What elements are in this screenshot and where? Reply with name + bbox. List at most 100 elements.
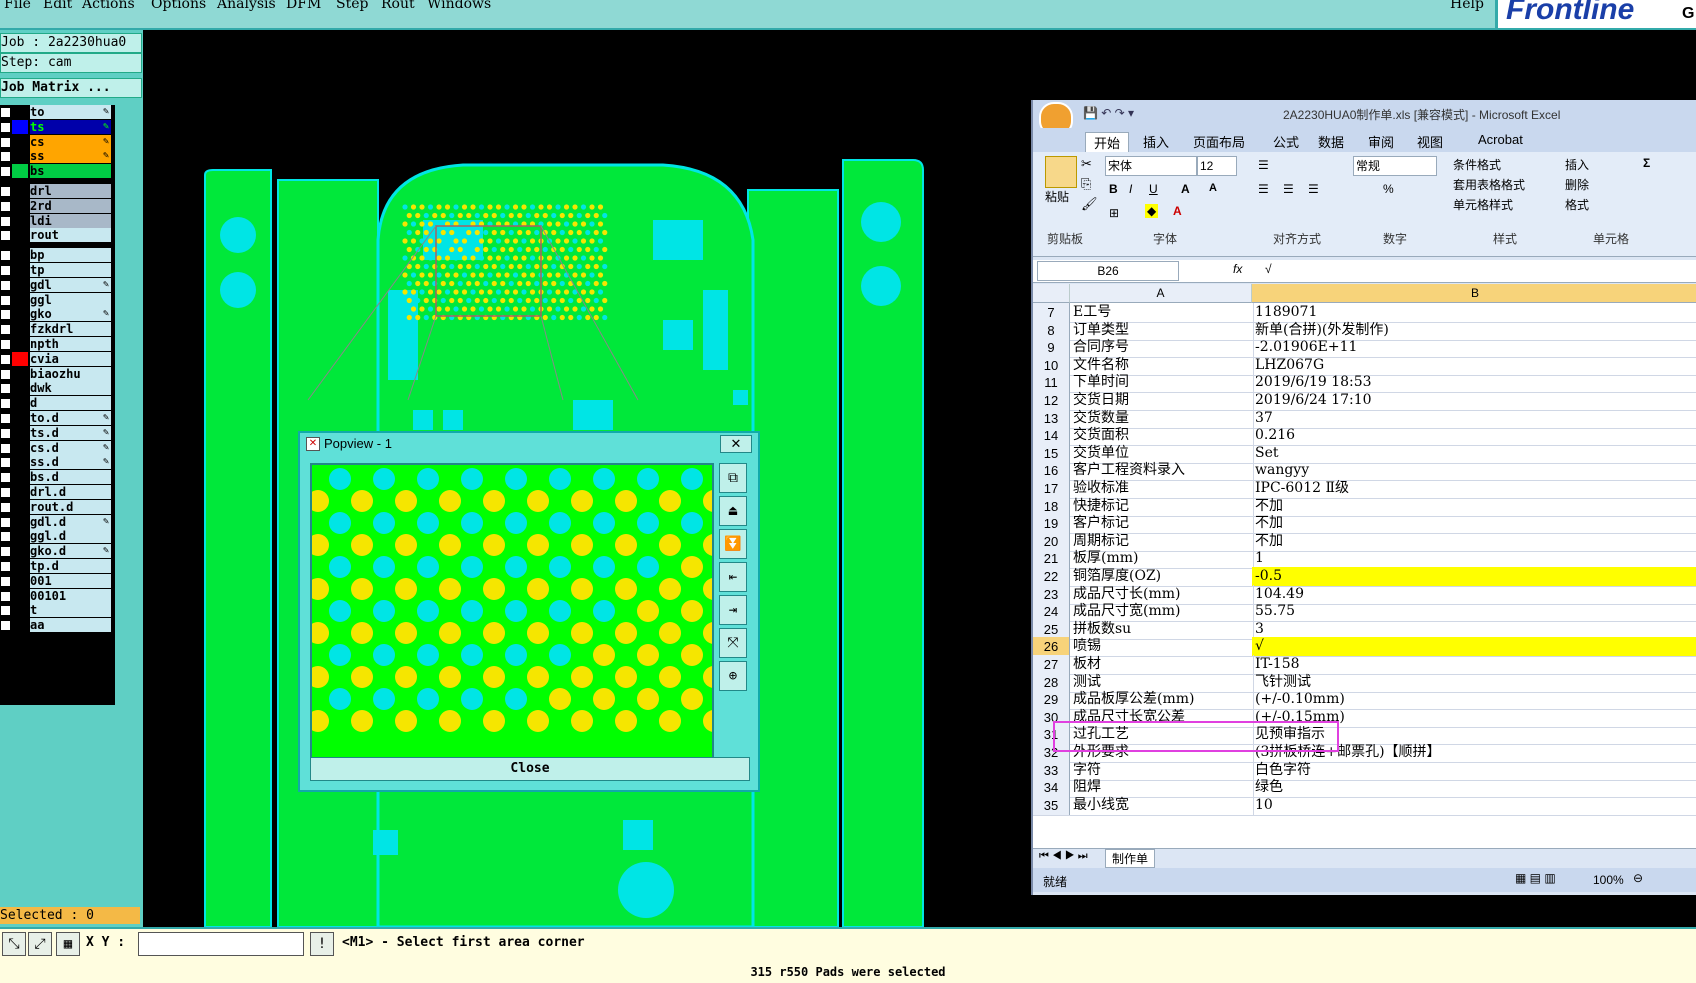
cell-b[interactable]: 不加: [1252, 514, 1696, 533]
cell-b[interactable]: wangyy: [1252, 461, 1696, 480]
cell-a[interactable]: 客户工程资料录入: [1070, 461, 1254, 481]
layer-color-swatch[interactable]: [12, 559, 28, 573]
layer-row-ts.d[interactable]: ts.d ✎: [0, 425, 115, 440]
layer-name[interactable]: cs.d ✎: [30, 440, 111, 455]
menu-edit[interactable]: Edit: [43, 0, 72, 12]
cell-b[interactable]: √: [1252, 637, 1696, 657]
layer-color-swatch[interactable]: [12, 351, 28, 366]
row-number[interactable]: 27: [1033, 655, 1070, 674]
layer-checkbox[interactable]: [0, 590, 11, 602]
row-number[interactable]: 22: [1033, 567, 1070, 586]
warning-icon[interactable]: !: [310, 932, 334, 956]
layer-checkbox[interactable]: [0, 620, 11, 632]
table-format-button[interactable]: 套用表格格式: [1453, 176, 1525, 193]
layer-checkbox[interactable]: [0, 200, 11, 212]
cell-a[interactable]: 铜箔厚度(OZ): [1070, 567, 1254, 586]
layer-row-bp[interactable]: bp: [0, 248, 115, 263]
layer-row-biaozhu[interactable]: biaozhu: [0, 366, 115, 381]
row-number[interactable]: 25: [1033, 619, 1070, 639]
layer-name[interactable]: cvia: [30, 351, 111, 366]
cell-a[interactable]: 交货数量: [1070, 408, 1254, 428]
popview-zoom-view[interactable]: [310, 463, 714, 759]
select-all-corner[interactable]: [1033, 284, 1070, 303]
layer-color-swatch[interactable]: [12, 485, 28, 499]
popview-tool-left-icon[interactable]: ⇤: [719, 562, 747, 592]
layer-checkbox[interactable]: [0, 561, 11, 572]
copy-icon[interactable]: ⎘: [1081, 176, 1091, 192]
layer-checkbox[interactable]: [0, 250, 11, 262]
layer-checkbox[interactable]: [0, 339, 11, 350]
cell-b[interactable]: 37: [1252, 409, 1696, 428]
row-number[interactable]: 24: [1033, 602, 1070, 622]
cell-b[interactable]: 3: [1252, 620, 1696, 639]
menu-file[interactable]: File: [4, 0, 31, 12]
menu-windows[interactable]: Windows: [427, 0, 491, 12]
layer-checkbox[interactable]: [0, 215, 11, 227]
popview-tool-up-icon[interactable]: ⏏: [719, 496, 747, 526]
cell-a[interactable]: 最小线宽: [1070, 795, 1254, 815]
layer-name[interactable]: rout: [30, 228, 111, 243]
layer-checkbox[interactable]: [0, 457, 11, 469]
cell-style-button[interactable]: 单元格样式: [1453, 196, 1513, 213]
layer-row-d[interactable]: d: [0, 396, 115, 411]
paste-button[interactable]: 粘贴: [1045, 188, 1069, 205]
cell-a[interactable]: 字符: [1070, 760, 1254, 780]
layer-checkbox[interactable]: [0, 279, 11, 291]
cell-a[interactable]: 快捷标记: [1070, 496, 1254, 516]
layer-checkbox[interactable]: [0, 309, 11, 321]
layer-color-swatch[interactable]: [12, 119, 28, 134]
sheet-nav-icons[interactable]: ⏮ ◀ ▶ ⏭: [1039, 850, 1088, 863]
cell-a[interactable]: 测试: [1070, 672, 1254, 692]
layer-row-ts[interactable]: ts ✎: [0, 119, 115, 134]
layer-row-dwk[interactable]: dwk: [0, 381, 115, 396]
number-format-select[interactable]: 常规: [1353, 156, 1437, 176]
row-number[interactable]: 26: [1033, 637, 1070, 657]
tab-formulas[interactable]: 公式: [1273, 132, 1299, 151]
layer-name[interactable]: cs ✎: [30, 134, 111, 149]
row-number[interactable]: 14: [1033, 426, 1070, 446]
shrink-font-icon[interactable]: A: [1209, 182, 1217, 194]
tab-data[interactable]: 数据: [1318, 132, 1344, 151]
layer-row-gdl.d[interactable]: gdl.d ✎: [0, 514, 115, 529]
layer-name[interactable]: to.d ✎: [30, 411, 111, 425]
layer-row-ss[interactable]: ss ✎: [0, 149, 115, 164]
cell-a[interactable]: 喷锡: [1070, 637, 1254, 657]
layer-row-tp[interactable]: tp: [0, 263, 115, 277]
column-header-a[interactable]: A: [1070, 284, 1252, 303]
cell-a[interactable]: E工号: [1070, 303, 1254, 322]
layer-color-swatch[interactable]: [12, 588, 28, 603]
cell-a[interactable]: 交货面积: [1070, 426, 1254, 446]
layer-name[interactable]: tp: [30, 263, 111, 277]
tab-view[interactable]: 视图: [1417, 132, 1443, 151]
layer-name[interactable]: ts ✎: [30, 119, 111, 134]
layer-color-swatch[interactable]: [12, 228, 28, 243]
fill-color-icon[interactable]: ◆: [1145, 204, 1159, 218]
view-mode-icons[interactable]: ▦ ▤ ▥: [1515, 871, 1556, 885]
layer-name[interactable]: ss.d ✎: [30, 455, 111, 470]
cell-a[interactable]: 成品尺寸宽(mm): [1070, 602, 1254, 622]
row-number[interactable]: 34: [1033, 778, 1070, 798]
format-painter-icon[interactable]: 🖌: [1081, 196, 1098, 212]
row-number[interactable]: 11: [1033, 373, 1070, 393]
cell-a[interactable]: 订单类型: [1070, 320, 1254, 340]
layer-row-2rd[interactable]: 2rd: [0, 198, 115, 213]
align-left-icon[interactable]: ☰: [1258, 182, 1269, 196]
layer-name[interactable]: drl.d: [30, 485, 111, 499]
percent-icon[interactable]: %: [1383, 182, 1394, 196]
layer-color-swatch[interactable]: [12, 618, 28, 633]
layer-color-swatch[interactable]: [12, 307, 28, 322]
cell-b[interactable]: 0.216: [1252, 426, 1696, 445]
layer-color-swatch[interactable]: [12, 292, 28, 307]
layer-checkbox[interactable]: [0, 294, 11, 306]
zoom-out-icon[interactable]: ⊖: [1633, 871, 1643, 885]
layer-color-swatch[interactable]: [12, 105, 28, 119]
layer-checkbox[interactable]: [0, 324, 11, 336]
layer-checkbox[interactable]: [0, 472, 11, 484]
layer-name[interactable]: gdl.d ✎: [30, 514, 111, 529]
measure-icon[interactable]: ⤡: [2, 932, 26, 956]
sheet-tab-main[interactable]: 制作单: [1105, 849, 1156, 868]
zoom-level[interactable]: 100%: [1593, 873, 1624, 887]
layer-row-gko[interactable]: gko ✎: [0, 307, 115, 322]
layer-name[interactable]: gko.d ✎: [30, 544, 111, 559]
layer-name[interactable]: gdl ✎: [30, 277, 111, 292]
